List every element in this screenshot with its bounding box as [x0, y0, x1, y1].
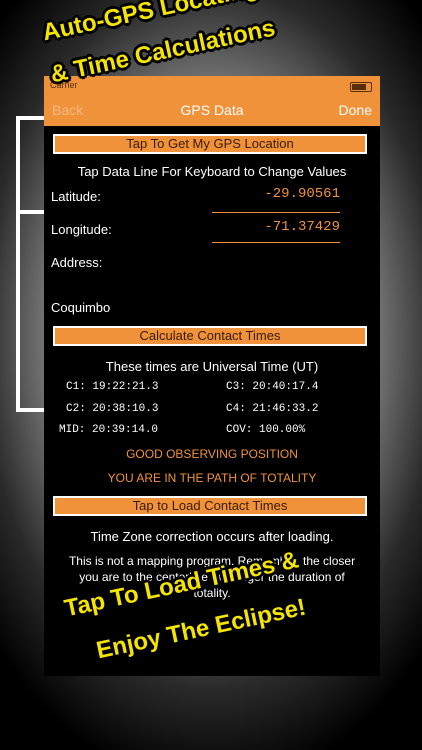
instruction-text: Tap Data Line For Keyboard to Change Val… — [77, 164, 347, 179]
contact-c3: C3: 20:40:17.4 — [226, 381, 319, 393]
path-of-totality-status: YOU ARE IN THE PATH OF TOTALITY — [107, 471, 317, 485]
contact-mid: MID: 20:39:14.0 — [59, 424, 159, 436]
timezone-note: Time Zone correction occurs after loadin… — [90, 529, 334, 544]
bracket-vertical — [16, 116, 20, 412]
get-gps-location-button[interactable]: Tap To Get My GPS Location — [53, 134, 367, 154]
load-contact-times-button[interactable]: Tap to Load Contact Times — [53, 496, 367, 516]
bracket-top — [16, 116, 44, 120]
bracket-middle — [16, 210, 44, 214]
latitude-value[interactable]: -29.90561 — [264, 186, 340, 202]
longitude-value[interactable]: -71.37429 — [264, 219, 340, 235]
battery-icon — [350, 82, 372, 92]
longitude-underline — [212, 242, 340, 243]
longitude-label: Longitude: — [51, 222, 112, 237]
bracket-bottom — [16, 408, 44, 412]
navigation-bar: Carrier Back GPS Data Done — [44, 76, 380, 126]
universal-time-note: These times are Universal Time (UT) — [105, 359, 319, 374]
contact-c4: C4: 21:46:33.2 — [226, 403, 319, 415]
latitude-underline — [212, 212, 340, 213]
contact-c1: C1: 19:22:21.3 — [66, 381, 159, 393]
observing-position-status: GOOD OBSERVING POSITION — [126, 447, 298, 461]
page-title: GPS Data — [180, 102, 244, 118]
contact-c2: C2: 20:38:10.3 — [66, 403, 159, 415]
coverage-value: COV: 100.00% — [226, 424, 306, 436]
address-value[interactable]: Coquimbo — [51, 300, 110, 315]
address-label: Address: — [51, 255, 103, 270]
latitude-label: Latitude: — [51, 189, 101, 204]
done-button[interactable]: Done — [339, 102, 372, 118]
calculate-contact-times-button[interactable]: Calculate Contact Times — [53, 326, 367, 346]
